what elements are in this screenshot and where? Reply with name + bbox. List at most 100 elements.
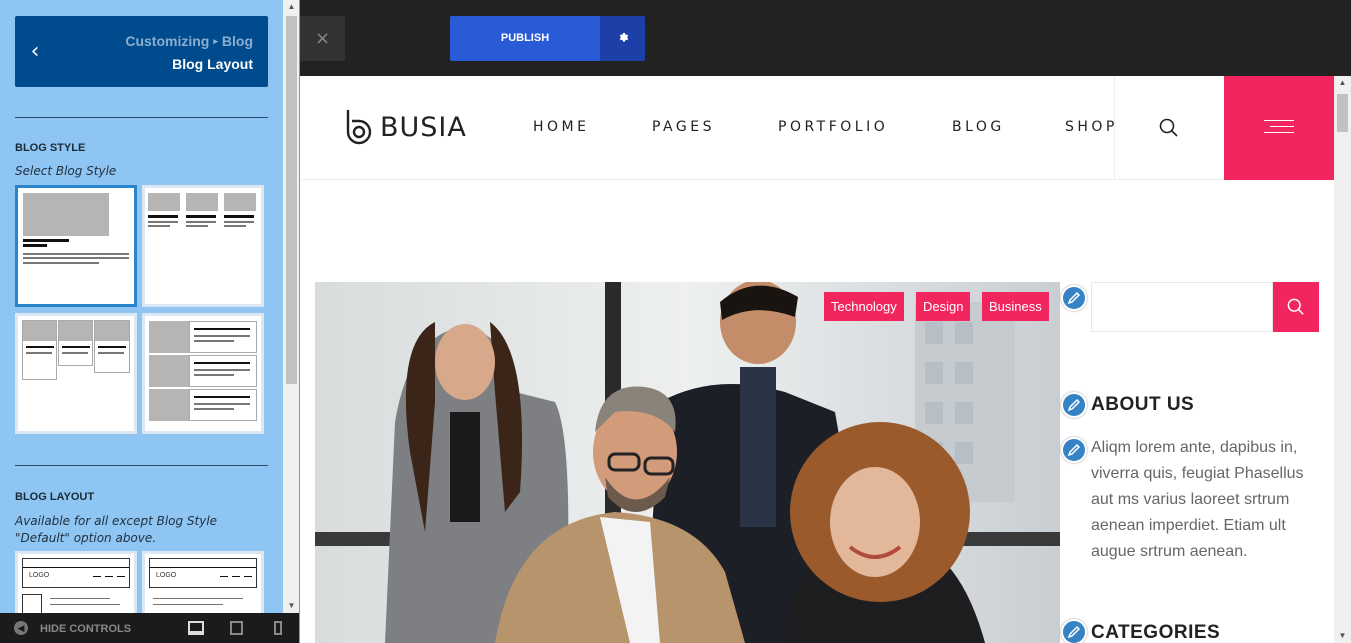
blog-style-option-default[interactable] — [15, 185, 137, 307]
hide-controls-button[interactable]: HIDE CONTROLS — [40, 623, 131, 635]
customizer-panel: ‹ Customizing ▸ Blog Blog Layout BLOG STYL… — [0, 0, 283, 613]
thumb-line — [194, 362, 250, 364]
thumb-line — [153, 598, 243, 599]
divider — [15, 465, 268, 466]
thumb-logo-label: LOGO — [156, 572, 177, 579]
thumb-line — [220, 576, 228, 577]
divider — [15, 117, 268, 118]
thumb-line — [26, 346, 54, 348]
thumb-line — [224, 225, 246, 227]
sidebar-search-button[interactable] — [1273, 282, 1319, 332]
thumb-line — [23, 257, 129, 259]
scroll-up-icon[interactable]: ▲ — [1334, 76, 1351, 90]
thumb-line — [148, 221, 178, 223]
sidebar-search-input[interactable] — [1091, 282, 1273, 332]
nav-item-portfolio[interactable]: PORTFOLIO — [778, 119, 888, 135]
thumb-card — [94, 320, 130, 373]
nav-item-pages[interactable]: PAGES — [652, 119, 715, 135]
thumb-header: LOGO — [22, 558, 130, 588]
site-preview: BUSIA HOME PAGES PORTFOLIO BLOG SHOP Tec… — [300, 76, 1334, 643]
blog-layout-option-2[interactable]: LOGO — [142, 551, 264, 613]
thumb-line — [148, 225, 170, 227]
hide-controls-icon[interactable]: ◀ — [14, 621, 28, 635]
breadcrumb: Customizing ▸ Blog — [125, 33, 253, 49]
thumb-line — [244, 576, 252, 577]
blog-style-option-list[interactable] — [142, 313, 264, 434]
thumb-image — [149, 321, 189, 353]
category-tag-business[interactable]: Business — [982, 292, 1049, 321]
close-button[interactable]: × — [300, 16, 345, 61]
preview-scrollbar[interactable]: ▲ ▼ — [1334, 76, 1351, 643]
customizer-topbar: × PUBLISH — [300, 0, 1351, 76]
publish-button[interactable]: PUBLISH — [450, 16, 600, 61]
tablet-preview-icon[interactable] — [230, 621, 243, 635]
thumb-line — [194, 328, 250, 330]
thumb-card — [189, 355, 257, 387]
thumb-line — [93, 576, 101, 577]
categories-title: CATEGORIES — [1091, 622, 1221, 643]
thumb-line — [194, 340, 234, 342]
thumb-line — [186, 225, 208, 227]
customizer-sidebar: ‹ Customizing ▸ Blog Blog Layout BLOG STYL… — [0, 0, 300, 643]
edit-shortcut-icon[interactable] — [1061, 619, 1087, 643]
section-title: Blog Layout — [172, 56, 253, 72]
thumb-logo-label: LOGO — [29, 572, 50, 579]
logo-text: BUSIA — [380, 112, 467, 143]
thumb-line — [194, 408, 234, 410]
thumb-line — [23, 567, 129, 568]
category-tag-design[interactable]: Design — [916, 292, 971, 321]
thumb-image — [23, 321, 56, 341]
featured-image[interactable] — [315, 282, 1060, 643]
mobile-preview-icon[interactable] — [274, 621, 282, 635]
scroll-down-icon[interactable]: ▼ — [1334, 629, 1351, 643]
header-search-button[interactable] — [1114, 76, 1224, 180]
nav-item-blog[interactable]: BLOG — [952, 119, 1005, 135]
thumb-card — [22, 320, 57, 380]
thumb-line — [105, 576, 113, 577]
category-tag-technology[interactable]: Technology — [824, 292, 904, 321]
thumb-line — [23, 253, 129, 255]
thumb-line — [224, 215, 254, 218]
breadcrumb-child: Blog — [221, 33, 253, 49]
thumb-line — [194, 335, 250, 337]
blog-style-option-masonry[interactable] — [15, 313, 137, 434]
thumb-image — [149, 355, 189, 387]
thumb-line — [62, 346, 90, 348]
scrollbar-thumb[interactable] — [1337, 94, 1348, 132]
sidebar-scrollbar[interactable]: ▲ ▼ — [283, 0, 299, 613]
desktop-preview-icon[interactable] — [188, 621, 204, 635]
blog-style-option-grid[interactable] — [142, 185, 264, 307]
thumb-image — [148, 193, 180, 211]
breadcrumb-parent: Customizing — [125, 33, 210, 49]
blog-layout-option-1[interactable]: LOGO — [15, 551, 137, 613]
nav-item-shop[interactable]: SHOP — [1065, 119, 1118, 135]
search-icon — [1287, 298, 1304, 315]
menu-line — [1270, 126, 1294, 127]
thumb-line — [224, 221, 254, 223]
thumb-card — [189, 389, 257, 421]
edit-shortcut-icon[interactable] — [1061, 392, 1087, 418]
site-header: BUSIA HOME PAGES PORTFOLIO BLOG SHOP — [300, 76, 1334, 180]
scroll-down-icon[interactable]: ▼ — [283, 599, 299, 613]
customizer-footer: ◀ HIDE CONTROLS — [0, 613, 299, 643]
thumb-line — [186, 215, 216, 218]
thumb-image — [22, 594, 42, 613]
logo-icon — [346, 110, 372, 145]
gear-icon[interactable] — [600, 16, 645, 61]
edit-shortcut-icon[interactable] — [1061, 437, 1087, 463]
about-us-text: Aliqm lorem ante, dapibus in, viverra qu… — [1091, 439, 1304, 560]
search-icon — [1159, 118, 1178, 137]
nav-item-home[interactable]: HOME — [533, 119, 589, 135]
blog-layout-heading: BLOG LAYOUT — [15, 491, 95, 503]
scrollbar-thumb[interactable] — [286, 16, 297, 384]
back-button[interactable]: ‹ — [15, 16, 55, 87]
hamburger-menu-icon[interactable] — [1224, 76, 1334, 180]
thumb-line — [186, 221, 216, 223]
thumb-image — [95, 321, 129, 341]
thumb-line — [194, 374, 234, 376]
thumb-line — [194, 403, 250, 405]
scroll-up-icon[interactable]: ▲ — [283, 0, 299, 14]
thumb-line — [23, 239, 69, 242]
thumb-line — [194, 369, 250, 371]
edit-shortcut-icon[interactable] — [1061, 285, 1087, 311]
